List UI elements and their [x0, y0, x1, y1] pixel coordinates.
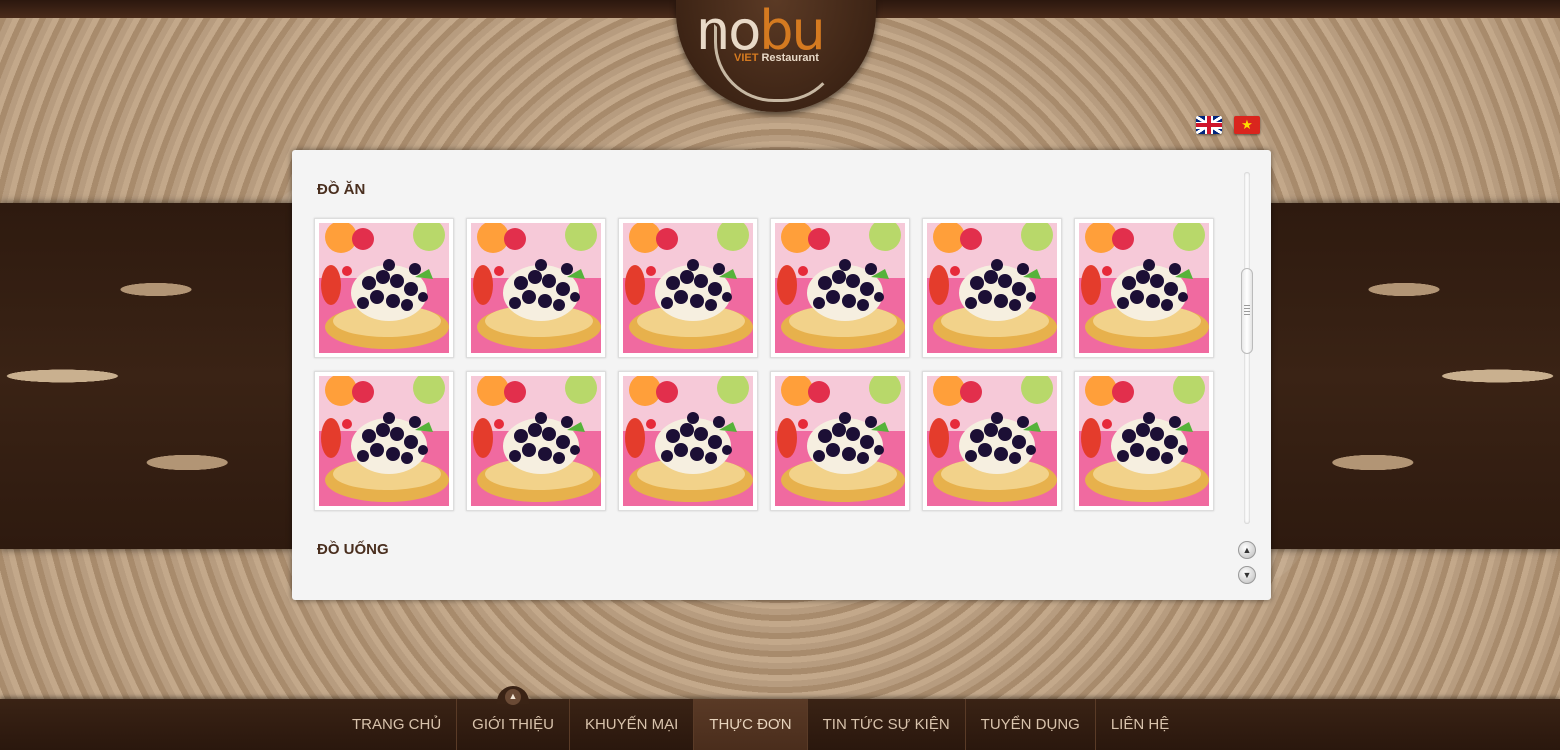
menu-panel: ĐỒ ĂN ĐỒ UỐNG ▲ ▼: [292, 150, 1271, 600]
food-thumbnail[interactable]: [922, 218, 1062, 358]
nav-item-4[interactable]: TIN TỨC SỰ KIỆN: [808, 699, 966, 750]
vietnam-flag-icon[interactable]: ★: [1234, 116, 1260, 134]
nav-item-0[interactable]: TRANG CHỦ: [337, 699, 458, 750]
nav-toggle[interactable]: ▲: [497, 686, 529, 705]
nav-item-3[interactable]: THỰC ĐƠN: [694, 699, 808, 750]
fruit-tart-image: [927, 376, 1057, 506]
bottom-navigation: TRANG CHỦ GIỚI THIỆU KHUYẾN MẠI THỰC ĐƠN TIN…: [0, 699, 1560, 750]
section-title-food[interactable]: ĐỒ ĂN: [317, 181, 365, 198]
fruit-tart-image: [927, 223, 1057, 353]
nav-item-6[interactable]: LIÊN HỆ: [1096, 699, 1184, 750]
scrollbar-thumb[interactable]: [1241, 268, 1253, 354]
fruit-tart-image: [775, 223, 905, 353]
fruit-tart-image: [1079, 223, 1209, 353]
food-thumbnail[interactable]: [314, 218, 454, 358]
logo-subtitle: VIET Restaurant: [734, 52, 819, 64]
fruit-tart-image: [623, 223, 753, 353]
fruit-tart-image: [775, 376, 905, 506]
food-thumbnail[interactable]: [618, 371, 758, 511]
nav-item-1[interactable]: GIỚI THIỆU: [457, 699, 570, 750]
fruit-tart-image: [319, 223, 449, 353]
food-thumbnail[interactable]: [770, 218, 910, 358]
food-grid: [314, 218, 1214, 511]
fruit-tart-image: [471, 376, 601, 506]
food-thumbnail[interactable]: [466, 218, 606, 358]
uk-flag-icon[interactable]: [1196, 116, 1222, 134]
section-title-drinks[interactable]: ĐỒ UỐNG: [317, 541, 389, 558]
food-thumbnail[interactable]: [922, 371, 1062, 511]
fruit-tart-image: [471, 223, 601, 353]
food-thumbnail[interactable]: [1074, 371, 1214, 511]
fruit-tart-image: [319, 376, 449, 506]
scroll-up-button[interactable]: ▲: [1238, 541, 1256, 559]
food-thumbnail[interactable]: [314, 371, 454, 511]
chevron-up-icon: ▲: [505, 689, 521, 705]
fruit-tart-image: [1079, 376, 1209, 506]
food-thumbnail[interactable]: [618, 218, 758, 358]
food-thumbnail[interactable]: [770, 371, 910, 511]
nav-item-5[interactable]: TUYỂN DỤNG: [966, 699, 1096, 750]
food-thumbnail[interactable]: [1074, 218, 1214, 358]
nav-item-2[interactable]: KHUYẾN MẠI: [570, 699, 695, 750]
logo[interactable]: nobu VIET Restaurant: [676, 0, 876, 112]
food-thumbnail[interactable]: [466, 371, 606, 511]
fruit-tart-image: [623, 376, 753, 506]
scroll-down-button[interactable]: ▼: [1238, 566, 1256, 584]
nav-list: TRANG CHỦ GIỚI THIỆU KHUYẾN MẠI THỰC ĐƠN TIN…: [337, 699, 1184, 750]
